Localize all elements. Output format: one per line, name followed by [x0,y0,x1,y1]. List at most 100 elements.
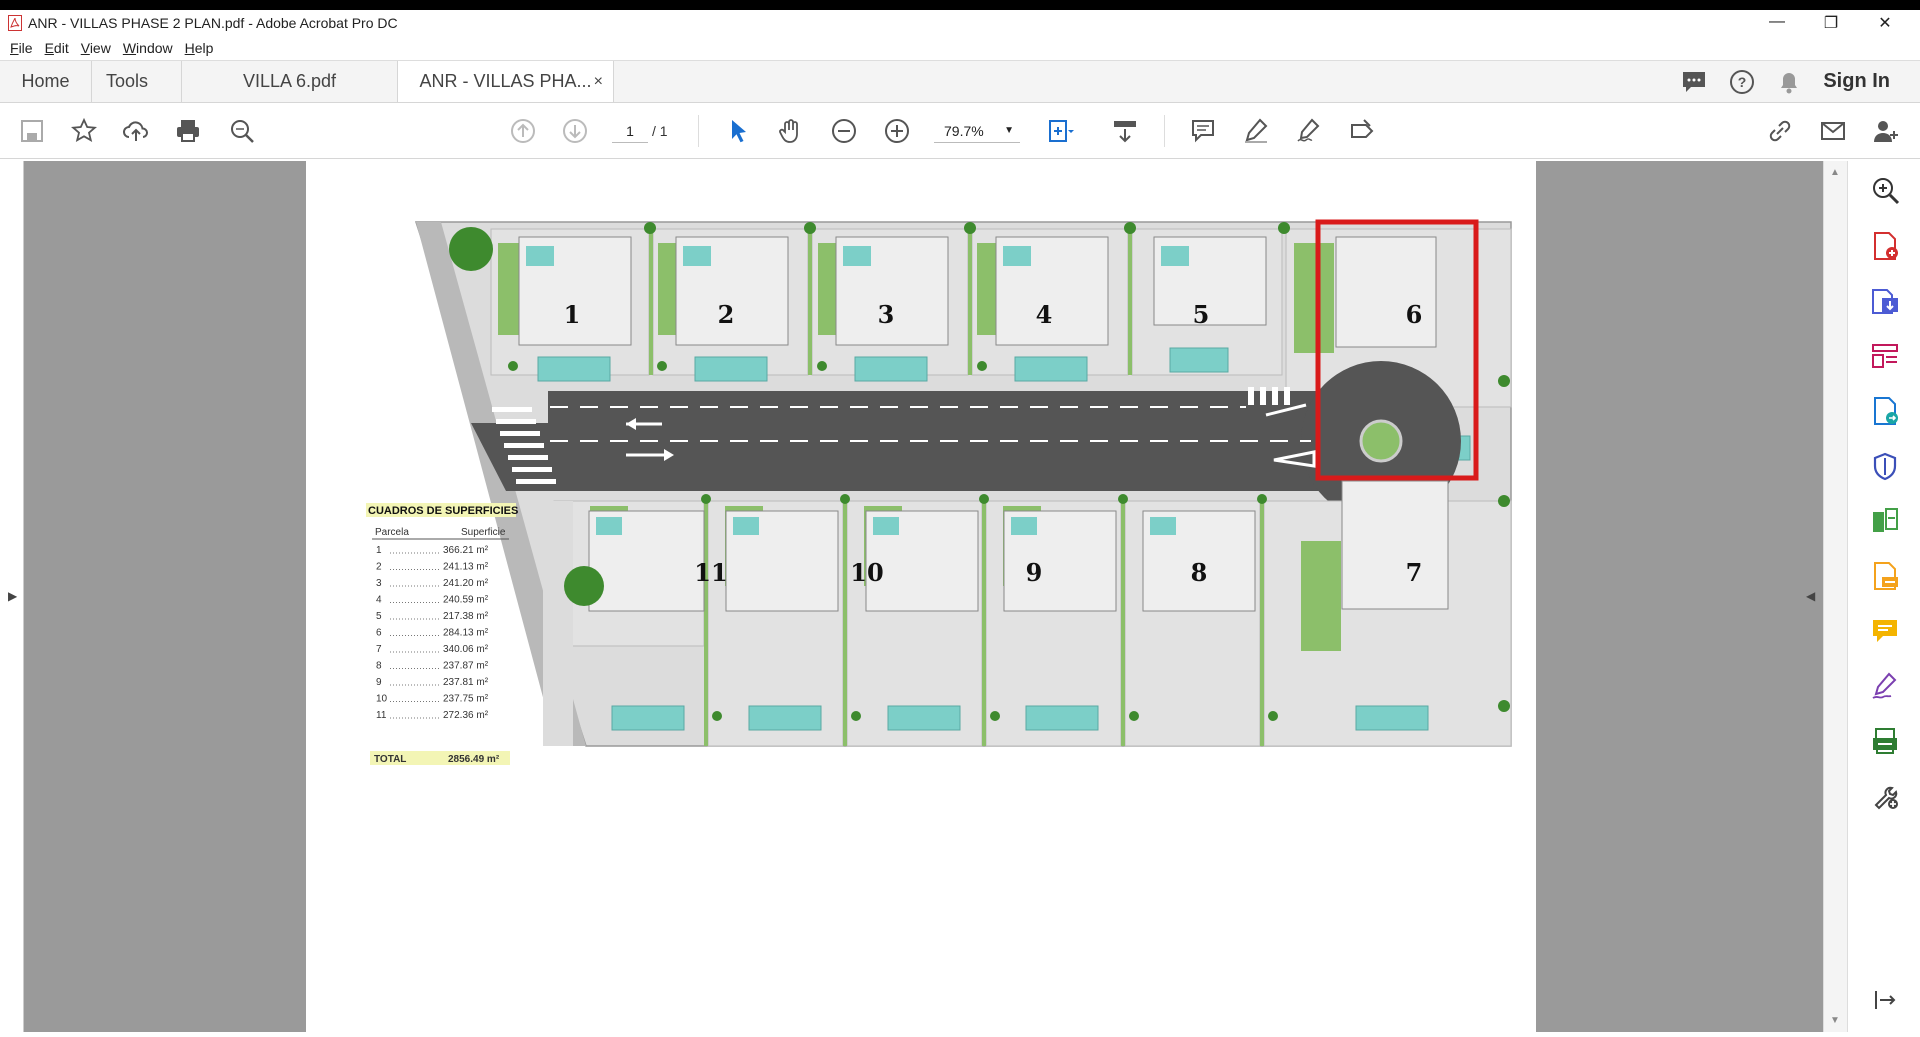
toolbar-divider [698,115,699,147]
signature-icon[interactable] [1870,671,1900,701]
upload-cloud-icon[interactable] [122,117,150,145]
minimize-button[interactable]: — [1750,13,1804,33]
total-value: 2856.49 m² [448,754,500,765]
find-icon[interactable] [228,117,256,145]
total-label: TOTAL [374,754,406,765]
zoom-level-select[interactable]: 79.7% ▼ [934,119,1020,143]
surface-row-parcela: 1 [376,545,382,556]
left-navigation-pane[interactable]: ▶ [0,161,24,1032]
page-total: / 1 [652,123,668,139]
site-plan-drawing: 1 2 3 4 5 6 7 8 9 10 11 CUADROS DE SUPER… [366,219,1512,765]
surface-row-parcela: 2 [376,562,382,573]
plot-number-9: 9 [1026,558,1043,587]
messages-icon[interactable] [1681,70,1707,94]
tools-pane [1847,161,1920,1032]
document-workarea: ▶ 1 2 3 4 5 6 7 8 9 10 11 CUADROS DE SUP… [0,161,1920,1032]
share-link-icon[interactable] [1766,117,1794,145]
roundabout-island [1359,419,1403,463]
plot-number-11: 11 [694,558,727,587]
plot-number-2: 2 [718,300,735,329]
menu-window[interactable]: Window [123,40,173,56]
plot-number-4: 4 [1036,300,1053,329]
close-window-button[interactable]: ✕ [1858,13,1912,33]
collapse-right-pane-icon[interactable]: ◀ [1806,589,1815,603]
surface-row-superficie: 340.06 m² [443,644,489,655]
scroll-down-icon[interactable]: ▼ [1830,1015,1840,1026]
plot-number-5: 5 [1193,300,1210,329]
export-pdf-icon[interactable] [1870,286,1900,316]
highlight-pen-icon[interactable] [1242,117,1270,145]
sign-in-button[interactable]: Sign In [1823,70,1890,93]
page-number-input[interactable]: 1 [612,119,648,143]
menu-file[interactable]: File [10,40,33,56]
fill-sign-icon[interactable] [1870,561,1900,591]
vertical-scrollbar[interactable]: ▲ ▼ ◀ [1806,161,1847,1032]
column-superficie: Superficie [461,527,506,538]
stamp-icon[interactable] [1348,117,1376,145]
more-tools-icon[interactable] [1870,781,1900,811]
surface-row-superficie: 237.75 m² [443,694,489,705]
surface-row-parcela: 10 [376,694,388,705]
scroll-up-icon[interactable]: ▲ [1830,167,1840,178]
protect-icon[interactable] [1870,451,1900,481]
zoom-in-icon[interactable] [883,117,911,145]
tab-close-icon[interactable]: × [594,73,603,91]
help-icon[interactable]: ? [1729,69,1755,95]
select-cursor-icon[interactable] [724,117,752,145]
scroll-mode-icon[interactable] [1111,117,1139,145]
plot-number-6: 6 [1406,300,1423,329]
title-bar: ANR - VILLAS PHASE 2 PLAN.pdf - Adobe Ac… [0,10,1920,36]
combine-files-icon[interactable] [1870,396,1900,426]
top-border [0,0,1920,10]
fit-page-icon[interactable] [1046,117,1074,145]
save-icon[interactable] [18,117,46,145]
restore-button[interactable]: ❐ [1804,13,1858,33]
collapse-tools-pane-icon[interactable] [1870,985,1900,1015]
sign-icon[interactable] [1295,117,1323,145]
page-down-icon[interactable] [561,117,589,145]
organize-pages-icon[interactable] [1870,341,1900,371]
expand-left-pane-icon[interactable]: ▶ [8,589,17,603]
surface-row-parcela: 11 [376,710,387,721]
zoom-out-icon[interactable] [830,117,858,145]
surface-row-parcela: 8 [376,661,382,672]
window-title: ANR - VILLAS PHASE 2 PLAN.pdf - Adobe Ac… [28,15,398,31]
tab-bar: Home Tools VILLA 6.pdf ANR - VILLAS PHA.… [0,60,1920,103]
surface-row-superficie: 241.20 m² [443,578,489,589]
acrobat-app-icon [8,15,22,31]
menu-help[interactable]: Help [185,40,214,56]
tab-tools[interactable]: Tools [92,61,182,102]
surface-row-parcela: 9 [376,677,382,688]
surface-row-parcela: 5 [376,611,382,622]
document-canvas[interactable]: 1 2 3 4 5 6 7 8 9 10 11 CUADROS DE SUPER… [24,161,1823,1032]
tab-anr-villas-pdf[interactable]: ANR - VILLAS PHA... × [398,61,614,102]
surface-table-rows: 1 366.21 m² 2 241.13 m² 3 241.20 m² 4 240.59 m²… [376,545,489,721]
bookmark-star-icon[interactable] [70,117,98,145]
tab-home[interactable]: Home [0,61,92,102]
column-parcela: Parcela [375,527,409,538]
surface-row-superficie: 237.87 m² [443,661,489,672]
compare-icon[interactable] [1870,506,1900,536]
surface-row-superficie: 272.36 m² [443,710,489,721]
print-icon[interactable] [174,117,202,145]
surface-row-parcela: 4 [376,595,382,606]
comment-icon[interactable] [1189,117,1217,145]
page-up-icon[interactable] [509,117,537,145]
menu-edit[interactable]: Edit [45,40,69,56]
hand-icon[interactable] [777,117,805,145]
tab-villa6-pdf[interactable]: VILLA 6.pdf [182,61,398,102]
surface-row-superficie: 241.13 m² [443,562,489,573]
scan-icon[interactable] [1870,726,1900,756]
surface-row-parcela: 7 [376,644,382,655]
main-toolbar: 1 / 1 79.7% ▼ [0,103,1920,159]
create-pdf-icon[interactable] [1870,231,1900,261]
chevron-down-icon: ▼ [1004,125,1014,136]
comment-panel-icon[interactable] [1870,616,1900,646]
zoom-search-icon[interactable] [1870,175,1900,205]
email-icon[interactable] [1819,117,1847,145]
menu-view[interactable]: View [81,40,111,56]
notifications-bell-icon[interactable] [1777,69,1801,95]
pdf-page: 1 2 3 4 5 6 7 8 9 10 11 CUADROS DE SUPER… [306,161,1536,1032]
add-user-icon[interactable] [1872,117,1900,145]
surface-row-parcela: 3 [376,578,382,589]
